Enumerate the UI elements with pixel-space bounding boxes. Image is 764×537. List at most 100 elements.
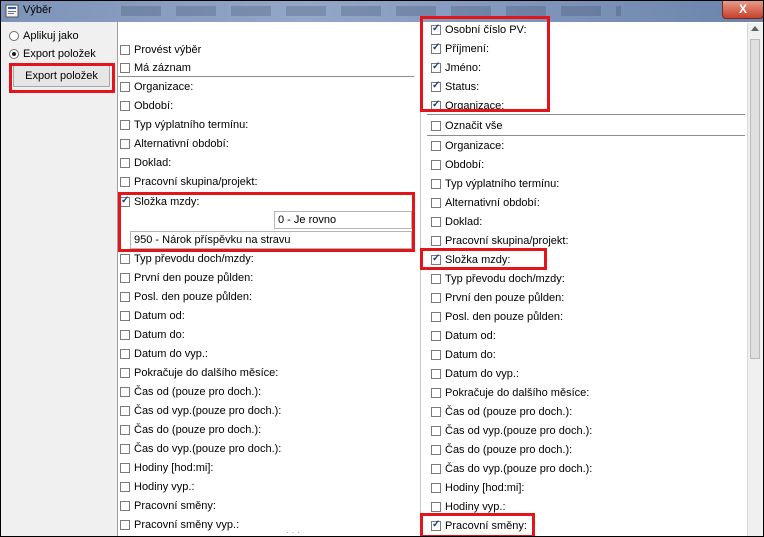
column-row[interactable]: Hodiny [hod:mi]: (431, 478, 524, 497)
checkbox[interactable] (120, 176, 130, 187)
filter-row[interactable]: První den pouze půlden: (120, 268, 253, 287)
checkbox[interactable] (120, 272, 130, 283)
filter-row[interactable]: Pracovní směny: (120, 496, 216, 515)
column-row[interactable]: Pracovní směny: (431, 516, 527, 535)
checkbox[interactable] (120, 310, 130, 321)
checkbox[interactable] (120, 481, 130, 492)
filter-row[interactable]: Doklad: (120, 153, 171, 172)
column-row[interactable]: Příjmení: (431, 39, 489, 58)
filter-row[interactable]: Čas do (pouze pro doch.): (120, 420, 261, 439)
checkbox[interactable] (431, 216, 441, 227)
checkbox[interactable] (431, 178, 441, 189)
column-row[interactable]: Období: (431, 155, 484, 174)
close-button[interactable]: X (722, 1, 763, 19)
radio-apply-as[interactable]: Aplikuj jako (9, 28, 79, 44)
filter-row[interactable]: Pracovní skupina/projekt: (120, 172, 258, 191)
checkbox[interactable] (431, 444, 441, 455)
checkbox[interactable] (120, 62, 130, 73)
scroll-up-arrow-icon[interactable] (751, 26, 759, 31)
checkbox[interactable] (120, 138, 130, 149)
column-row[interactable]: Datum do vyp.: (431, 364, 519, 383)
checkbox[interactable] (431, 330, 441, 341)
column-row[interactable]: Jméno: (431, 58, 481, 77)
select-all-checkbox[interactable]: Označit vše (431, 116, 502, 135)
filter-row[interactable]: Datum do vyp.: (120, 344, 208, 363)
filter-row-salary-component[interactable]: Složka mzdy: (120, 192, 199, 211)
checkbox[interactable] (431, 159, 441, 170)
checkbox[interactable] (431, 368, 441, 379)
filter-row[interactable]: Datum do: (120, 325, 185, 344)
checkbox[interactable] (431, 425, 441, 436)
checkbox[interactable] (431, 311, 441, 322)
column-row[interactable]: Čas do vyp.(pouze pro doch.): (431, 459, 592, 478)
column-row[interactable]: Alternativní období: (431, 193, 540, 212)
condition-select[interactable]: 0 - Je rovno (274, 211, 412, 229)
filter-row[interactable]: Posl. den pouze půlden: (120, 287, 252, 306)
checkbox-checked[interactable] (431, 42, 441, 54)
column-row[interactable]: Doklad: (431, 212, 482, 231)
filter-row[interactable]: Čas od vyp.(pouze pro doch.): (120, 401, 281, 420)
filter-row[interactable]: Hodiny [hod:mi]: (120, 458, 213, 477)
checkbox[interactable] (431, 292, 441, 303)
checkbox[interactable] (431, 349, 441, 360)
column-row[interactable]: Pracovní skupina/projekt: (431, 231, 569, 250)
checkbox[interactable] (120, 500, 130, 511)
column-row[interactable]: Čas od (pouze pro doch.): (431, 402, 572, 421)
column-row[interactable]: Organizace: (431, 136, 504, 155)
column-row[interactable]: Čas do (pouze pro doch.): (431, 440, 572, 459)
checkbox[interactable] (431, 406, 441, 417)
filter-row[interactable]: Čas od (pouze pro doch.): (120, 382, 261, 401)
checkbox[interactable] (431, 197, 441, 208)
checkbox[interactable] (120, 119, 130, 130)
checkbox[interactable] (120, 405, 130, 416)
checkbox[interactable] (120, 367, 130, 378)
column-row[interactable]: Typ výplatního termínu: (431, 174, 559, 193)
filter-row[interactable]: Typ výplatního termínu: (120, 115, 248, 134)
filter-row[interactable]: Datum od: (120, 306, 185, 325)
checkbox[interactable] (120, 44, 130, 55)
column-row[interactable]: Osobní číslo PV: (431, 23, 527, 39)
checkbox[interactable] (431, 463, 441, 474)
checkbox[interactable] (431, 482, 441, 493)
filter-row[interactable]: Hodiny vyp.: (120, 477, 195, 496)
filter-option[interactable]: Provést výběr (120, 40, 201, 59)
column-row[interactable]: Typ převodu doch/mzdy: (431, 269, 565, 288)
checkbox[interactable] (120, 424, 130, 435)
radio-export-items[interactable]: Export položek (9, 46, 96, 62)
checkbox[interactable] (120, 329, 130, 340)
filter-option[interactable]: Má záznam (120, 58, 191, 77)
column-row[interactable]: Datum do: (431, 345, 496, 364)
checkbox[interactable] (431, 120, 441, 131)
checkbox[interactable] (120, 386, 130, 397)
column-row[interactable]: Posl. den pouze půlden: (431, 307, 563, 326)
checkbox[interactable] (120, 443, 130, 454)
checkbox[interactable] (120, 100, 130, 111)
checkbox[interactable] (120, 157, 130, 168)
column-row[interactable]: Organizace: (431, 96, 504, 115)
checkbox[interactable] (431, 387, 441, 398)
checkbox[interactable] (120, 348, 130, 359)
checkbox-checked[interactable] (431, 519, 441, 531)
column-row[interactable]: Hodiny vyp.: (431, 497, 506, 516)
filter-row[interactable]: Období: (120, 96, 173, 115)
filter-row[interactable]: Pokračuje do dalšího měsíce: (120, 363, 278, 382)
checkbox[interactable] (431, 140, 441, 151)
filter-row[interactable]: Typ převodu doch/mzdy: (120, 249, 254, 268)
column-row[interactable]: První den pouze půlden: (431, 288, 564, 307)
checkbox[interactable] (431, 273, 441, 284)
column-row[interactable]: Datum od: (431, 326, 496, 345)
checkbox-checked[interactable] (431, 61, 441, 73)
column-row[interactable]: Pokračuje do dalšího měsíce: (431, 383, 589, 402)
checkbox-checked[interactable] (431, 80, 441, 92)
checkbox-checked[interactable] (431, 253, 441, 265)
filter-row[interactable]: Čas do vyp.(pouze pro doch.): (120, 439, 281, 458)
filter-row[interactable]: Organizace: (120, 77, 193, 96)
export-items-button[interactable]: Export položek (13, 65, 110, 87)
filter-row[interactable]: Alternativní období: (120, 134, 229, 153)
checkbox-checked[interactable] (431, 99, 441, 111)
checkbox[interactable] (120, 81, 130, 92)
checkbox[interactable] (120, 253, 130, 264)
column-row[interactable]: Čas od vyp.(pouze pro doch.): (431, 421, 592, 440)
filter-row[interactable]: Pracovní směny vyp.: (120, 515, 239, 534)
checkbox[interactable] (431, 501, 441, 512)
